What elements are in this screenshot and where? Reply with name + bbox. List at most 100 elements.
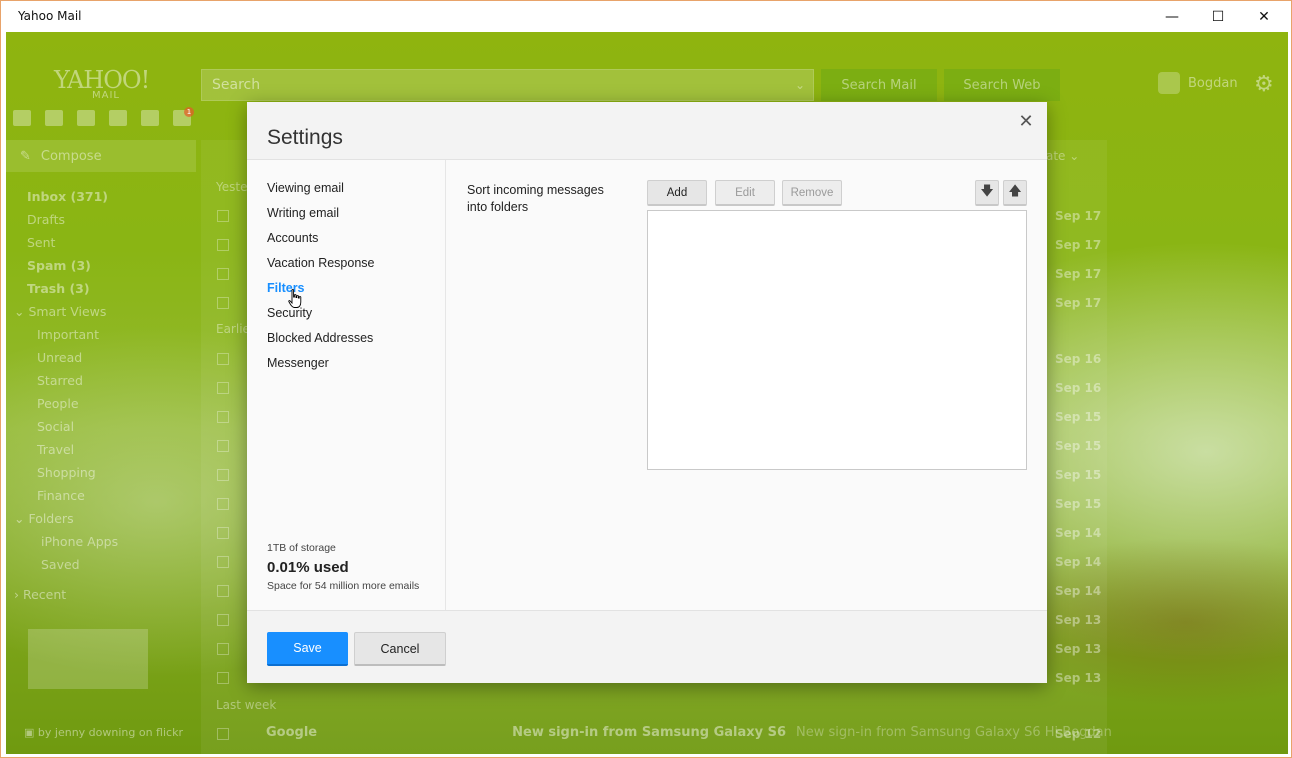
sidebar-folder-item[interactable]: Inbox (371): [27, 189, 108, 204]
arrow-down-icon: 🡇: [980, 182, 994, 198]
mail-date: Sep 14: [1055, 526, 1102, 540]
row-checkbox[interactable]: [217, 643, 229, 655]
close-window-button[interactable]: ✕: [1241, 1, 1287, 32]
row-checkbox[interactable]: [217, 297, 229, 309]
mail-date: Sep 17: [1055, 209, 1102, 223]
row-checkbox[interactable]: [217, 614, 229, 626]
gear-icon[interactable]: ⚙: [1254, 72, 1274, 97]
mail-sender: Google: [266, 725, 318, 740]
row-checkbox[interactable]: [217, 672, 229, 684]
filter-list[interactable]: [647, 210, 1027, 470]
add-filter-button[interactable]: Add: [647, 180, 707, 206]
sidebar-folder-item[interactable]: Spam (3): [27, 258, 91, 273]
compose-button[interactable]: ✎ Compose: [6, 140, 196, 172]
mail-date: Sep 13: [1055, 642, 1102, 656]
window-title: Yahoo Mail: [18, 9, 82, 23]
messenger-icon[interactable]: [141, 110, 159, 126]
save-button[interactable]: Save: [267, 632, 348, 666]
yahoo-logo-sub: MAIL: [92, 90, 120, 101]
move-down-button[interactable]: 🡇: [975, 180, 999, 206]
settings-nav-blocked-addresses[interactable]: Blocked Addresses: [267, 331, 373, 345]
row-checkbox[interactable]: [217, 268, 229, 280]
settings-nav-writing-email[interactable]: Writing email: [267, 206, 339, 220]
sidebar-folder-item[interactable]: Starred: [37, 373, 83, 388]
mail-date: Sep 14: [1055, 584, 1102, 598]
row-checkbox[interactable]: [217, 411, 229, 423]
mail-date: Sep 15: [1055, 439, 1102, 453]
row-checkbox[interactable]: [217, 469, 229, 481]
user-menu[interactable]: Bogdan: [1158, 72, 1238, 94]
row-checkbox[interactable]: [217, 728, 229, 740]
settings-nav-vacation-response[interactable]: Vacation Response: [267, 256, 374, 270]
folder-group-header[interactable]: ⌄ Smart Views: [14, 304, 106, 319]
settings-nav-accounts[interactable]: Accounts: [267, 231, 318, 245]
row-checkbox[interactable]: [217, 210, 229, 222]
app-window: Yahoo Mail — ☐ ✕ YAHOO! MAIL ⌄ Search Ma…: [0, 0, 1292, 758]
mail-date: Sep 15: [1055, 497, 1102, 511]
mail-date: Sep 15: [1055, 468, 1102, 482]
sidebar-folder-item[interactable]: Sent: [27, 235, 55, 250]
settings-nav-messenger[interactable]: Messenger: [267, 356, 329, 370]
dialog-header: Settings ✕: [247, 102, 1047, 160]
chevron-down-icon: ⌄: [794, 78, 805, 92]
settings-nav-viewing-email[interactable]: Viewing email: [267, 181, 344, 195]
notepad-icon[interactable]: [109, 110, 127, 126]
calendar-icon[interactable]: [77, 110, 95, 126]
row-checkbox[interactable]: [217, 556, 229, 568]
mail-subject: New sign-in from Samsung Galaxy S6: [512, 725, 787, 740]
row-checkbox[interactable]: [217, 440, 229, 452]
folder-group-header[interactable]: ⌄ Folders: [14, 511, 74, 526]
search-web-button[interactable]: Search Web: [944, 69, 1060, 101]
mail-date: Sep 13: [1055, 671, 1102, 685]
sidebar-folder-item[interactable]: Social: [37, 419, 74, 434]
row-checkbox[interactable]: [217, 239, 229, 251]
sort-column[interactable]: ate ⌄: [1046, 149, 1079, 163]
arrow-up-icon: 🡅: [1008, 182, 1022, 198]
search-box: ⌄: [201, 69, 814, 101]
row-checkbox[interactable]: [217, 527, 229, 539]
sidebar-folder-item[interactable]: iPhone Apps: [41, 534, 118, 549]
sidebar-folder-item[interactable]: Drafts: [27, 212, 65, 227]
minimize-button[interactable]: —: [1149, 1, 1195, 32]
sidebar-folder-item[interactable]: Shopping: [37, 465, 96, 480]
remove-filter-button[interactable]: Remove: [782, 180, 842, 206]
compose-label: Compose: [40, 148, 102, 164]
sidebar-folder-item[interactable]: Saved: [41, 557, 80, 572]
sidebar-folder-item[interactable]: Finance: [37, 488, 85, 503]
row-checkbox[interactable]: [217, 382, 229, 394]
mail-date: Sep 17: [1055, 296, 1102, 310]
list-section-header: Earlie: [216, 322, 250, 336]
move-up-button[interactable]: 🡅: [1003, 180, 1027, 206]
sidebar-folder-item[interactable]: People: [37, 396, 79, 411]
dialog-footer: Save Cancel: [247, 610, 1047, 683]
cancel-button[interactable]: Cancel: [354, 632, 446, 666]
contacts-icon[interactable]: [45, 110, 63, 126]
close-dialog-button[interactable]: ✕: [1016, 112, 1036, 132]
row-checkbox[interactable]: [217, 498, 229, 510]
credit-text: by jenny downing on flickr: [37, 726, 183, 739]
maximize-icon: ☐: [1211, 8, 1225, 25]
row-checkbox[interactable]: [217, 353, 229, 365]
list-section-header: Yeste: [216, 180, 248, 194]
maximize-button[interactable]: ☐: [1195, 1, 1241, 32]
row-checkbox[interactable]: [217, 585, 229, 597]
list-item[interactable]: Google New sign-in from Samsung Galaxy S6…: [266, 725, 1112, 740]
sidebar-folder-item[interactable]: Important: [37, 327, 99, 342]
edit-filter-button[interactable]: Edit: [715, 180, 775, 206]
sidebar-folder-item[interactable]: Trash (3): [27, 281, 90, 296]
search-input[interactable]: [202, 70, 813, 100]
minimize-icon: —: [1165, 8, 1179, 25]
settings-nav: Viewing email Writing email Accounts Vacati…: [247, 160, 446, 610]
hand-cursor-icon: [288, 289, 302, 308]
search-mail-button[interactable]: Search Mail: [821, 69, 937, 101]
sidebar-folder-item[interactable]: Travel: [37, 442, 74, 457]
mail-icon[interactable]: [13, 110, 31, 126]
avatar: [1158, 72, 1180, 94]
mail-date: Sep 15: [1055, 410, 1102, 424]
image-icon: ▣: [24, 726, 35, 739]
sidebar-folder-item[interactable]: Unread: [37, 350, 82, 365]
sort-label: ate: [1046, 149, 1066, 163]
folder-group-header[interactable]: › Recent: [14, 587, 66, 602]
dialog-title: Settings: [267, 126, 343, 149]
settings-dialog: Settings ✕ Viewing email Writing email Acc…: [247, 102, 1047, 683]
